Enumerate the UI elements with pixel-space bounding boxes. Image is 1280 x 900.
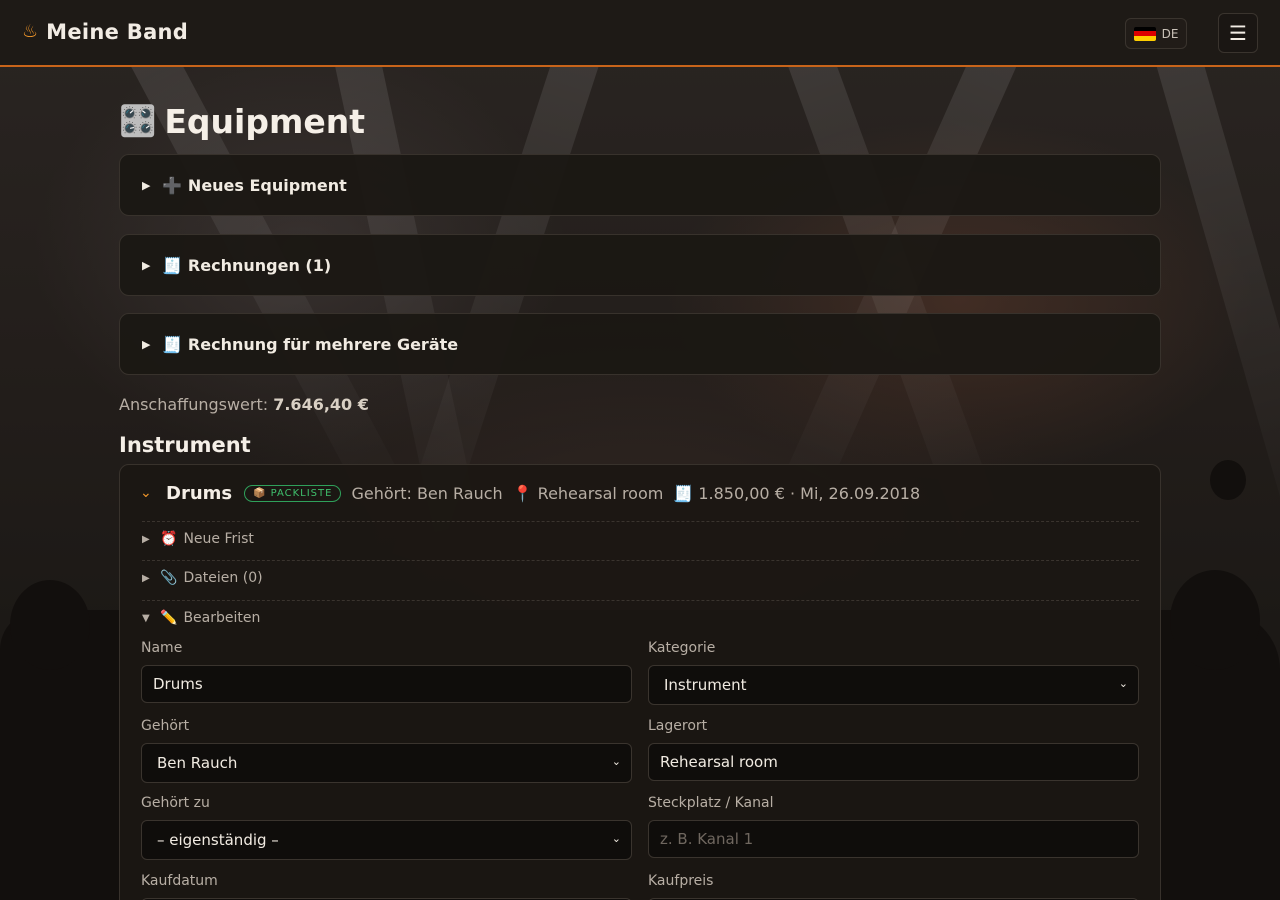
packlist-badge: 📦 PACKLISTE: [244, 484, 342, 502]
expand-triangle-icon: ▶: [142, 533, 150, 545]
paperclip-icon: 📎: [160, 570, 178, 586]
item-location: 📍 Rehearsal room: [513, 484, 664, 503]
acquisition-value-amount: 7.646,40 €: [273, 395, 369, 414]
chevron-down-icon: ⌄: [611, 832, 621, 845]
brand-title: Meine Band: [46, 20, 189, 44]
language-label: DE: [1161, 26, 1179, 41]
hamburger-menu-icon: ☰: [1229, 21, 1247, 45]
page-title: 🎛️ Equipment: [119, 103, 365, 141]
receipt-icon: 🧾: [162, 334, 182, 354]
expand-triangle-icon: ▶: [142, 337, 151, 351]
subsection-label: Dateien (0): [183, 570, 263, 586]
panel-label: Rechnungen (1): [187, 255, 332, 275]
collapse-triangle-icon: ▼: [142, 612, 150, 624]
item-invoice[interactable]: 🧾 1.850,00 € · Mi, 26.09.2018: [673, 484, 920, 503]
badge-label: PACKLISTE: [270, 487, 333, 499]
expand-triangle-icon: ▶: [142, 572, 150, 584]
category-label: Kategorie: [648, 640, 716, 656]
acquisition-value-label: Anschaffungswert:: [119, 395, 274, 414]
parent-value: – eigenständig –: [157, 831, 279, 849]
language-switcher[interactable]: DE: [1125, 18, 1187, 49]
brand[interactable]: ♨ Meine Band: [22, 20, 188, 44]
parent-select[interactable]: – eigenständig – ⌄: [141, 820, 632, 860]
panel-label: Rechnung für mehrere Geräte: [187, 334, 459, 354]
subsection-label: Bearbeiten: [183, 610, 261, 626]
expand-triangle-icon: ▶: [142, 178, 151, 192]
control-knobs-icon: 🎛️: [119, 104, 157, 139]
page-title-text: Equipment: [164, 102, 365, 141]
alarm-clock-icon: ⏰: [160, 531, 178, 547]
location-text: Rehearsal room: [537, 483, 664, 503]
owner-value: Ben Rauch: [157, 754, 238, 772]
purchase-date-label: Kaufdatum: [141, 873, 218, 889]
chevron-down-icon: ⌄: [1118, 677, 1128, 690]
panel-invoices[interactable]: ▶ 🧾 Rechnungen (1): [119, 234, 1161, 296]
pencil-icon: ✏️: [160, 610, 178, 626]
plus-icon: ➕: [162, 175, 182, 195]
item-header[interactable]: ⌄ Drums 📦 PACKLISTE Gehört: Ben Rauch 📍 …: [140, 479, 920, 507]
receipt-icon: 🧾: [673, 483, 694, 503]
parent-label: Gehört zu: [141, 795, 210, 811]
item-name: Drums: [166, 482, 233, 504]
hot-springs-icon: ♨: [22, 21, 39, 42]
menu-button[interactable]: ☰: [1218, 13, 1258, 53]
acquisition-value: Anschaffungswert: 7.646,40 €: [119, 395, 369, 414]
name-input[interactable]: Drums: [141, 665, 632, 703]
invoice-text: 1.850,00 € · Mi, 26.09.2018: [698, 483, 921, 503]
category-select[interactable]: Instrument ⌄: [648, 665, 1139, 705]
panel-multi-device-invoice[interactable]: ▶ 🧾 Rechnung für mehrere Geräte: [119, 313, 1161, 375]
subsection-edit[interactable]: ▼ ✏️ Bearbeiten: [142, 610, 260, 626]
subsection-new-deadline[interactable]: ▶ ⏰ Neue Frist: [142, 531, 254, 547]
german-flag-icon: [1133, 26, 1156, 41]
package-icon: 📦: [253, 487, 267, 499]
category-value: Instrument: [664, 676, 747, 694]
category-heading: Instrument: [119, 433, 251, 457]
top-bar: ♨ Meine Band DE ☰: [0, 0, 1280, 67]
slot-label: Steckplatz / Kanal: [648, 795, 774, 811]
panel-label: Neues Equipment: [187, 175, 347, 195]
receipt-icon: 🧾: [162, 255, 182, 275]
subsection-label: Neue Frist: [183, 531, 254, 547]
storage-input[interactable]: Rehearsal room: [648, 743, 1139, 781]
expand-triangle-icon: ▶: [142, 258, 151, 272]
panel-new-equipment[interactable]: ▶ ➕ Neues Equipment: [119, 154, 1161, 216]
chevron-down-icon: ⌄: [611, 755, 621, 768]
storage-label: Lagerort: [648, 718, 708, 734]
price-label: Kaufpreis: [648, 873, 714, 889]
equipment-item-card: ⌄ Drums 📦 PACKLISTE Gehört: Ben Rauch 📍 …: [119, 464, 1161, 900]
owner-label: Gehört: [141, 718, 190, 734]
slot-input[interactable]: z. B. Kanal 1: [648, 820, 1139, 858]
pin-icon: 📍: [512, 483, 533, 503]
chevron-down-icon[interactable]: ⌄: [140, 485, 156, 501]
owner-select[interactable]: Ben Rauch ⌄: [141, 743, 632, 783]
subsection-files[interactable]: ▶ 📎 Dateien (0): [142, 570, 263, 586]
name-label: Name: [141, 640, 183, 656]
item-owner: Gehört: Ben Rauch: [351, 483, 503, 503]
